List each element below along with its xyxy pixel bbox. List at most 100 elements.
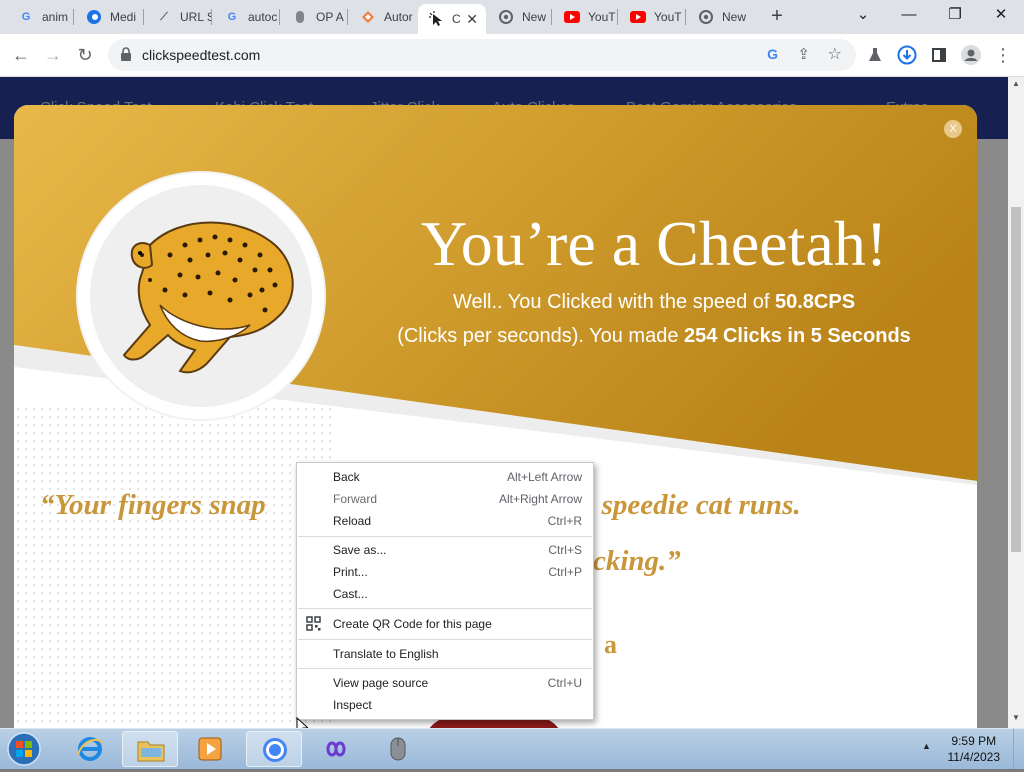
share-icon[interactable]: ⇪	[797, 45, 810, 63]
new-tab-button[interactable]: +	[766, 6, 788, 28]
menu-separator	[298, 639, 592, 640]
taskbar-file-explorer[interactable]	[122, 731, 178, 767]
tab-title: Autor	[384, 10, 413, 24]
qr-code-icon	[306, 616, 321, 638]
reload-icon[interactable]: ↻	[72, 42, 98, 68]
bookmark-star-icon[interactable]: ☆	[828, 44, 842, 64]
clicks-value: 254 Clicks in 5 Seconds	[684, 325, 911, 347]
tab-title: New	[722, 10, 747, 24]
windows-logo-icon	[7, 732, 41, 766]
side-panel-icon[interactable]	[926, 42, 952, 68]
labs-flask-icon[interactable]	[862, 42, 888, 68]
tab-url[interactable]: ⟋ URL S	[146, 4, 212, 30]
edge-icon	[86, 9, 102, 25]
menu-item-reload[interactable]: Reload Ctrl+R	[297, 510, 593, 532]
taskbar-internet-explorer[interactable]	[62, 731, 118, 767]
speed-line: Well.. You Clicked with the speed of 50.…	[452, 291, 856, 313]
scrollbar-thumb[interactable]	[1011, 207, 1021, 552]
tab-new-1[interactable]: New	[488, 4, 552, 30]
tab-active-clickspeed[interactable]: C ✕	[418, 4, 486, 34]
diamond-icon	[360, 9, 376, 25]
address-bar[interactable]: clickspeedtest.com G ⇪ ☆	[108, 39, 856, 71]
tab-anim[interactable]: G anim	[8, 4, 74, 30]
kebab-menu-icon[interactable]: ⋮	[990, 42, 1016, 68]
clock-date: 11/4/2023	[947, 750, 1001, 764]
close-modal-button[interactable]: X	[944, 120, 962, 138]
tab-youtube-2[interactable]: YouT	[620, 4, 686, 30]
taskbar-chrome[interactable]	[246, 731, 302, 767]
menu-item-back[interactable]: Back Alt+Left Arrow	[297, 466, 593, 488]
menu-item-save-as[interactable]: Save as... Ctrl+S	[297, 539, 593, 561]
restore-button[interactable]: ❐	[932, 0, 978, 30]
menu-item-forward[interactable]: Forward Alt+Right Arrow	[297, 488, 593, 510]
tab-autor[interactable]: Autor	[350, 4, 416, 30]
google-lens-icon[interactable]: G	[767, 46, 778, 62]
tab-title: Medi	[110, 10, 137, 24]
tab-title: YouT	[654, 10, 682, 24]
browser-toolbar: ← → ↻ clickspeedtest.com G ⇪ ☆ ⋮	[0, 34, 1024, 77]
infinity-icon	[326, 741, 346, 757]
show-desktop-button[interactable]	[1013, 729, 1024, 769]
menu-item-print[interactable]: Print... Ctrl+P	[297, 561, 593, 583]
cheetah-badge	[78, 173, 324, 419]
tab-new-2[interactable]: New	[688, 4, 754, 30]
chrome-icon	[698, 9, 714, 25]
page-scrollbar[interactable]: ▲ ▼	[1008, 77, 1024, 728]
show-hidden-icons-icon[interactable]: ▲	[922, 741, 931, 751]
internet-explorer-icon	[77, 737, 103, 761]
menu-item-translate[interactable]: Translate to English	[297, 643, 593, 665]
menu-separator	[298, 668, 592, 669]
quote-fragment: a	[604, 630, 617, 659]
tab-title: anim	[42, 10, 69, 24]
cheetah-image	[90, 185, 312, 407]
youtube-icon	[564, 9, 580, 25]
menu-item-create-qr-code[interactable]: Create QR Code for this page	[297, 613, 593, 635]
mouse-icon	[390, 737, 406, 761]
scroll-down-arrow-icon[interactable]: ▼	[1012, 713, 1020, 722]
tab-op[interactable]: OP A	[282, 4, 348, 30]
start-button[interactable]	[6, 731, 42, 767]
tab-medi[interactable]: Medi	[76, 4, 144, 30]
tab-youtube-1[interactable]: YouT	[554, 4, 618, 30]
taskbar-media-player[interactable]	[182, 731, 238, 767]
google-icon: G	[227, 11, 237, 23]
windows-taskbar: ▲ 9:59 PM 11/4/2023	[0, 728, 1024, 769]
close-window-button[interactable]: ✕	[978, 0, 1024, 30]
system-clock[interactable]: 9:59 PM 11/4/2023	[948, 733, 1001, 765]
folder-icon	[137, 741, 165, 762]
google-icon: G	[21, 11, 31, 23]
cps-value: 50.8CPS	[774, 291, 856, 313]
back-arrow-icon[interactable]: ←	[8, 42, 34, 68]
tab-autoc[interactable]: G autoc	[214, 4, 280, 30]
forward-arrow-icon[interactable]: →	[40, 42, 66, 68]
tab-search-icon[interactable]: ⌄	[840, 0, 886, 30]
mouse-icon	[292, 9, 308, 25]
chrome-icon	[263, 738, 287, 762]
context-menu: Back Alt+Left Arrow Forward Alt+Right Ar…	[296, 462, 594, 720]
menu-separator	[298, 608, 592, 609]
tab-title: C	[452, 12, 461, 26]
result-title: You’re a Cheetah!	[420, 208, 888, 279]
scroll-up-arrow-icon[interactable]: ▲	[1012, 79, 1020, 88]
tab-title: autoc	[248, 10, 278, 24]
minimize-button[interactable]: —	[886, 0, 932, 30]
menu-item-inspect[interactable]: Inspect	[297, 694, 593, 716]
chrome-icon	[498, 9, 514, 25]
menu-item-view-page-source[interactable]: View page source Ctrl+U	[297, 672, 593, 694]
taskbar-visual-studio[interactable]	[308, 731, 364, 767]
link-icon: ⟋	[160, 10, 168, 23]
tab-strip: G anim Medi ⟋ URL S G autoc OP A Autor C…	[0, 0, 1024, 34]
clock-time: 9:59 PM	[951, 734, 997, 748]
youtube-icon	[630, 9, 646, 25]
close-tab-icon[interactable]: ✕	[466, 11, 478, 28]
cursor-click-icon	[428, 11, 444, 27]
tab-title: New	[522, 10, 547, 24]
url-text: clickspeedtest.com	[142, 47, 261, 63]
media-player-icon	[198, 737, 222, 761]
lock-icon[interactable]	[120, 47, 132, 66]
menu-item-cast[interactable]: Cast...	[297, 583, 593, 605]
download-icon[interactable]	[894, 42, 920, 68]
profile-avatar-icon[interactable]	[958, 42, 984, 68]
tab-title: URL S	[180, 10, 212, 24]
taskbar-mouse-app[interactable]	[370, 731, 426, 767]
